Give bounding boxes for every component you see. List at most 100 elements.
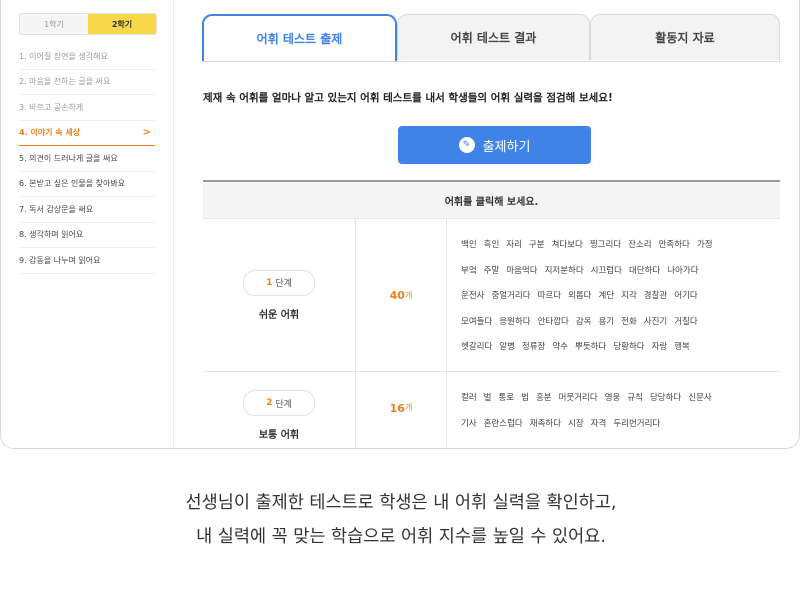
create-test-button[interactable]: ✎ 출제하기 [398, 126, 591, 164]
vocab-word[interactable]: 나아가다 [667, 266, 698, 276]
unit-item[interactable]: 5. 의견이 드러나게 글을 써요 [19, 146, 155, 172]
vocab-word[interactable]: 벌 [484, 393, 492, 403]
word-count: 40 [389, 288, 405, 302]
vocab-word[interactable]: 재촉하다 [530, 419, 561, 429]
vocab-word[interactable]: 구분 [529, 240, 545, 250]
vocab-word[interactable]: 머뭇거리다 [559, 393, 598, 403]
vocab-word[interactable]: 행복 [674, 342, 690, 352]
vocab-word[interactable]: 어기다 [674, 291, 697, 301]
vocab-word[interactable]: 뿌듯하다 [575, 342, 606, 352]
vocab-word[interactable]: 통로 [498, 393, 514, 403]
vocab-word[interactable]: 시장 [568, 419, 584, 429]
vocab-word[interactable]: 법 [521, 393, 529, 403]
instruction-text: 제재 속 어휘를 얼마나 알고 있는지 어휘 테스트를 내서 학생들의 어휘 실… [203, 92, 613, 104]
step-number: 1 [266, 277, 273, 288]
vocab-word[interactable]: 감옥 [576, 317, 592, 327]
unit-item[interactable]: 6. 본받고 싶은 인물을 찾아봐요 [19, 172, 155, 197]
vocab-word[interactable]: 약수 [552, 342, 568, 352]
caption: 선생님이 출제한 테스트로 학생은 내 어휘 실력을 확인하고, 내 실력에 꼭… [0, 486, 802, 554]
vocab-word[interactable]: 알병 [499, 342, 515, 352]
vocab-word[interactable]: 백인 [461, 240, 477, 250]
vocab-word[interactable]: 시끄럽다 [591, 266, 622, 276]
vocab-word[interactable]: 흥분 [536, 393, 552, 403]
vocab-word[interactable]: 컬러 [461, 393, 477, 403]
vocab-word[interactable]: 신문사 [688, 393, 711, 403]
tab-vocab-test-result[interactable]: 어휘 테스트 결과 [397, 14, 590, 60]
tab-divider [202, 61, 780, 62]
vocab-word[interactable]: 따르다 [538, 291, 561, 301]
tab-vocab-test-create[interactable]: 어휘 테스트 출제 [202, 14, 397, 61]
vocab-word[interactable]: 당황하다 [613, 342, 644, 352]
unit-item[interactable]: 1. 이어질 장면을 생각해요 [19, 44, 155, 70]
vocab-word[interactable]: 부엌 [461, 266, 477, 276]
vocab-word[interactable]: 헷갈리다 [461, 342, 492, 352]
semester-1-button[interactable]: 1학기 [20, 14, 88, 34]
vocab-word[interactable]: 흑인 [484, 240, 500, 250]
vocab-word[interactable]: 전화 [621, 317, 637, 327]
app-frame: 1학기 2학기 1. 이어질 장면을 생각해요 2. 마음을 전하는 글을 써요… [0, 0, 800, 449]
word-line: 헷갈리다 알병 정류장 약수 뿌듯하다 당황하다 자랑 행복 [461, 335, 770, 361]
vocab-word[interactable]: 영웅 [605, 393, 621, 403]
vocab-word[interactable]: 잔소리 [628, 240, 651, 250]
step-label: 단계 [275, 279, 292, 289]
vocab-word[interactable]: 자랑 [652, 342, 668, 352]
unit-label: 1. 이어질 장면을 생각해요 [19, 51, 108, 61]
tab-worksheet[interactable]: 활동지 자료 [590, 14, 780, 60]
vocab-word[interactable]: 찡그리다 [590, 240, 621, 250]
unit-item[interactable]: 8. 생각하며 읽어요 [19, 223, 155, 248]
semester-2-button[interactable]: 2학기 [88, 14, 156, 34]
word-line: 기사 혼란스럽다 재촉하다 시장 자격 두리번거리다 [461, 412, 770, 438]
test-paper-icon: ✎ [458, 137, 475, 153]
unit-item[interactable]: 2. 마음을 전하는 글을 써요 [19, 70, 155, 95]
create-test-label: 출제하기 [482, 139, 531, 155]
unit-item[interactable]: 9. 감동을 나누며 읽어요 [19, 248, 155, 274]
unit-item[interactable]: 7. 독서 감상문을 써요 [19, 197, 155, 223]
vocab-word[interactable]: 자격 [591, 419, 607, 429]
semester-toggle: 1학기 2학기 [19, 13, 157, 35]
step-number: 2 [266, 398, 273, 408]
vocab-word[interactable]: 정류장 [522, 342, 545, 352]
level-cell: 1 단계 쉬운 어휘 [203, 219, 356, 371]
word-count-unit: 개 [404, 290, 413, 300]
vocab-word[interactable]: 규칙 [627, 393, 643, 403]
vocab-word[interactable]: 대단하다 [629, 266, 660, 276]
vocab-word[interactable]: 용기 [598, 317, 614, 327]
vocab-word[interactable]: 마음먹다 [506, 266, 537, 276]
tab-bar: 어휘 테스트 출제 어휘 테스트 결과 활동지 자료 [202, 14, 780, 62]
vocab-word[interactable]: 주말 [484, 266, 500, 276]
vocab-word[interactable]: 기사 [461, 419, 477, 429]
unit-label: 8. 생각하며 읽어요 [19, 230, 84, 240]
word-list: 컬러 벌 통로 법 흥분 머뭇거리다 영웅 규칙 당당하다 신문사기사 혼란스럽다 재촉하다 시장 자격 두… [447, 372, 780, 448]
unit-item-active[interactable]: 4. 이야기 속 세상 > [19, 121, 155, 146]
unit-label: 5. 의견이 드러나게 글을 써요 [19, 153, 118, 163]
vocab-word[interactable]: 운전사 [461, 291, 484, 301]
vocab-word[interactable]: 사진기 [644, 317, 667, 327]
vocab-word[interactable]: 안타깝다 [538, 317, 569, 327]
vocab-word[interactable]: 혼란스럽다 [484, 419, 523, 429]
unit-item[interactable]: 3. 바르고 공손하게 [19, 95, 155, 121]
vocab-word[interactable]: 쳐다보다 [552, 240, 583, 250]
vocab-word[interactable]: 경찰관 [644, 291, 667, 301]
vocab-word[interactable]: 응원하다 [499, 317, 530, 327]
vocab-word[interactable]: 중얼거리다 [491, 291, 530, 301]
vocab-word[interactable]: 지각 [621, 291, 637, 301]
vocab-word[interactable]: 자리 [506, 240, 522, 250]
word-line: 모여들다 응원하다 안타깝다 감옥 용기 전화 사진기 거칠다 [461, 310, 770, 336]
vocab-word[interactable]: 가정 [697, 240, 713, 250]
vocab-word[interactable]: 두리번거리다 [613, 419, 660, 429]
vocab-table: 어휘를 클릭해 보세요. 1 단계 쉬운 어휘 40 개 백인 흑인 자리 구분 쳐다보… [203, 180, 780, 448]
level-cell: 2 단계 보통 어휘 [203, 372, 356, 448]
word-line: 운전사 중얼거리다 따르다 외롭다 계단 지각 경찰관 어기다 [461, 284, 770, 310]
word-count-unit: 개 [404, 403, 413, 412]
unit-label: 3. 바르고 공손하게 [19, 102, 84, 112]
vocab-word[interactable]: 당당하다 [650, 393, 681, 403]
vocab-word[interactable]: 거칠다 [674, 317, 697, 327]
vocab-word[interactable]: 계단 [599, 291, 615, 301]
vocab-word[interactable]: 모여들다 [461, 317, 492, 327]
level-name: 보통 어휘 [258, 430, 300, 441]
vocab-word[interactable]: 지저분하다 [545, 266, 584, 276]
vocab-word[interactable]: 외롭다 [568, 291, 591, 301]
vocab-word[interactable]: 만족하다 [659, 240, 690, 250]
sidebar: 1학기 2학기 1. 이어질 장면을 생각해요 2. 마음을 전하는 글을 써요… [1, 0, 174, 448]
count-cell: 40 개 [356, 219, 447, 371]
